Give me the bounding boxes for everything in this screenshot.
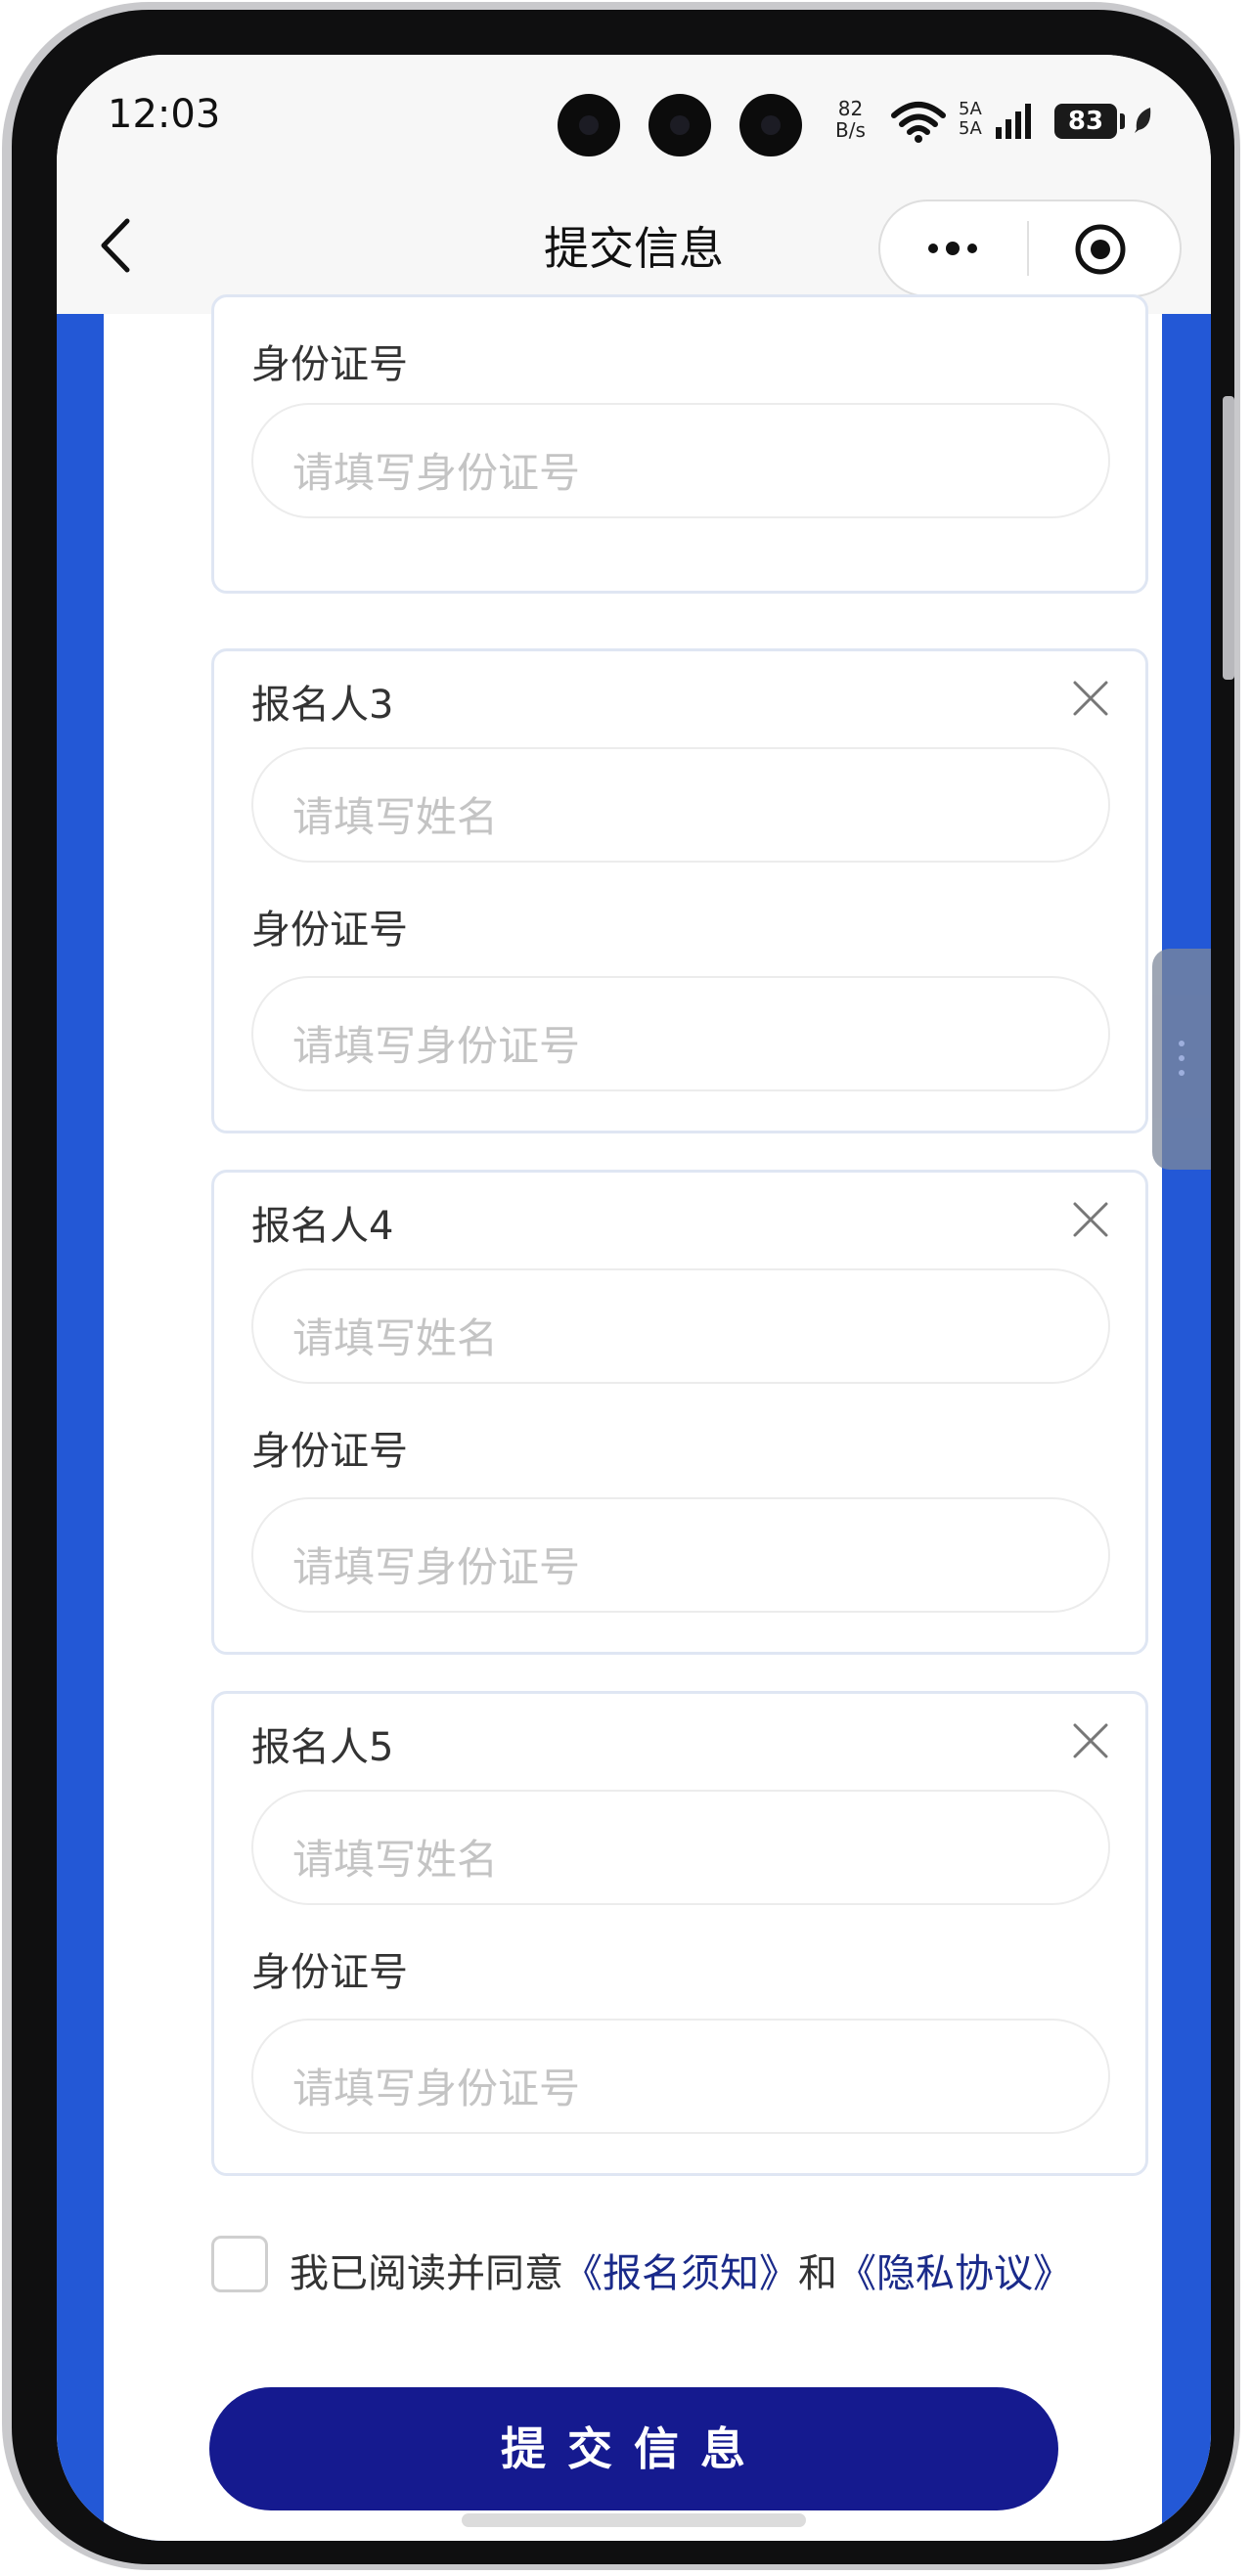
wifi-icon: [891, 102, 946, 143]
submit-button[interactable]: 提交信息: [209, 2387, 1058, 2510]
camera-icon: [739, 94, 802, 156]
signal-labels: 5A 5A: [959, 100, 982, 139]
target-circle-icon[interactable]: [1074, 223, 1127, 276]
id-number-input[interactable]: 请填写身份证号: [251, 976, 1110, 1091]
phone-side-button: [1223, 396, 1234, 680]
camera-icon: [558, 94, 620, 156]
id-number-input[interactable]: 请填写身份证号: [251, 2019, 1110, 2134]
id-number-placeholder: 请填写身份证号: [292, 1543, 581, 1591]
name-input[interactable]: 请填写姓名: [251, 1790, 1110, 1905]
home-indicator: [462, 2513, 806, 2527]
status-time: 12:03: [108, 92, 221, 137]
screen: 12:03 82 B/s 5A 5A 83 提交信息 身份证号 请填写身份证号 …: [57, 55, 1211, 2541]
side-drawer-handle[interactable]: [1152, 949, 1211, 1170]
network-speed-value: 82: [837, 97, 864, 120]
battery-indicator: 83: [1054, 104, 1117, 139]
close-icon[interactable]: [1071, 1721, 1110, 1760]
name-placeholder: 请填写姓名: [292, 793, 499, 841]
close-icon[interactable]: [1071, 679, 1110, 718]
phone-bezel: 12:03 82 B/s 5A 5A 83 提交信息 身份证号 请填写身份证号 …: [12, 10, 1234, 2564]
name-input[interactable]: 请填写姓名: [251, 747, 1110, 863]
mini-program-capsule: [878, 200, 1182, 297]
applicant-title: 报名人5: [251, 1725, 394, 1770]
form-content: 身份证号 请填写身份证号 报名人3 请填写姓名 身份证号 请填写身份证号 报名人…: [104, 294, 1162, 2541]
id-number-label: 身份证号: [251, 342, 408, 387]
id-number-label: 身份证号: [251, 1950, 408, 1995]
applicant-card-partial: 身份证号 请填写身份证号: [211, 294, 1148, 594]
capsule-divider: [1027, 221, 1029, 276]
id-number-input[interactable]: 请填写身份证号: [251, 1497, 1110, 1613]
camera-icon: [648, 94, 711, 156]
agreement-text: 我已阅读并同意《报名须知》和《隐私协议》: [290, 2242, 1072, 2298]
id-number-placeholder: 请填写身份证号: [292, 1022, 581, 1070]
applicant-title: 报名人4: [251, 1204, 394, 1249]
leaf-icon: [1135, 108, 1151, 133]
vertical-dots-icon: [1179, 1041, 1185, 1076]
agreement-checkbox[interactable]: [211, 2236, 268, 2292]
id-number-placeholder: 请填写身份证号: [292, 2065, 581, 2112]
privacy-policy-link[interactable]: 《隐私协议》: [837, 2251, 1072, 2296]
id-number-input[interactable]: 请填写身份证号: [251, 403, 1110, 518]
id-number-label: 身份证号: [251, 908, 408, 953]
signal-bars-icon: [996, 104, 1031, 139]
registration-notice-link[interactable]: 《报名须知》: [563, 2251, 798, 2296]
network-speed-unit: B/s: [835, 118, 866, 142]
page-background: 身份证号 请填写身份证号 报名人3 请填写姓名 身份证号 请填写身份证号 报名人…: [57, 294, 1211, 2541]
name-placeholder: 请填写姓名: [292, 1836, 499, 1884]
applicant-card: 报名人4 请填写姓名 身份证号 请填写身份证号: [211, 1170, 1148, 1655]
network-speed: 82 B/s: [835, 98, 866, 141]
battery-tip: [1120, 113, 1125, 129]
close-icon[interactable]: [1071, 1200, 1110, 1239]
id-number-label: 身份证号: [251, 1429, 408, 1474]
agreement-prefix: 我已阅读并同意: [290, 2251, 563, 2296]
id-number-placeholder: 请填写身份证号: [292, 449, 581, 497]
agreement-conjunction: 和: [798, 2251, 837, 2296]
top-bar: 12:03 82 B/s 5A 5A 83 提交信息: [57, 55, 1211, 314]
applicant-card: 报名人3 请填写姓名 身份证号 请填写身份证号: [211, 648, 1148, 1133]
name-placeholder: 请填写姓名: [292, 1314, 499, 1362]
more-dots-icon[interactable]: [923, 233, 982, 264]
applicant-card: 报名人5 请填写姓名 身份证号 请填写身份证号: [211, 1691, 1148, 2176]
signal-label-2: 5A: [959, 118, 982, 139]
signal-label-1: 5A: [959, 99, 982, 119]
name-input[interactable]: 请填写姓名: [251, 1268, 1110, 1384]
applicant-title: 报名人3: [251, 683, 394, 728]
